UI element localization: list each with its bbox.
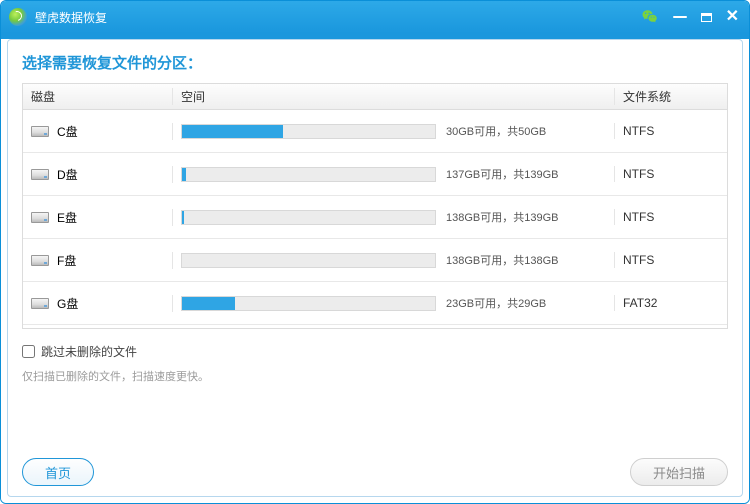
skip-checkbox[interactable] (22, 345, 35, 358)
disk-name: F盘 (57, 252, 76, 269)
usage-bar (181, 124, 436, 139)
skip-option[interactable]: 跳过未删除的文件 (22, 343, 728, 360)
fs-text: NTFS (623, 167, 654, 181)
space-text: 138GB可用，共138GB (446, 252, 559, 268)
window-title: 壁虎数据恢复 (35, 9, 107, 26)
col-space: 空间 (173, 88, 615, 105)
home-button[interactable]: 首页 (22, 458, 94, 486)
window-controls: ✕ (641, 8, 739, 26)
disk-icon (31, 126, 49, 137)
disk-icon (31, 169, 49, 180)
disk-name: E盘 (57, 209, 77, 226)
table-header: 磁盘 空间 文件系统 (23, 84, 727, 110)
usage-bar (181, 296, 436, 311)
usage-bar (181, 167, 436, 182)
usage-bar (181, 253, 436, 268)
fs-text: NTFS (623, 124, 654, 138)
col-fs: 文件系统 (615, 88, 727, 105)
disk-name: G盘 (57, 295, 78, 312)
disk-name: D盘 (57, 166, 78, 183)
col-disk: 磁盘 (23, 88, 173, 105)
wechat-icon[interactable] (641, 8, 659, 26)
footer: 首页 开始扫描 (22, 456, 728, 486)
titlebar[interactable]: 壁虎数据恢复 ✕ (1, 1, 749, 33)
body: 选择需要恢复文件的分区： 磁盘 空间 文件系统 C盘 30GB可用，共50GB NT… (1, 33, 749, 503)
fs-text: NTFS (623, 253, 654, 267)
usage-bar (181, 210, 436, 225)
disk-icon (31, 255, 49, 266)
table-row[interactable]: G盘 23GB可用，共29GB FAT32 (23, 282, 727, 325)
fs-text: NTFS (623, 210, 654, 224)
partition-table: 磁盘 空间 文件系统 C盘 30GB可用，共50GB NTFS D盘 137GB可用，共… (22, 83, 728, 329)
disk-icon (31, 212, 49, 223)
skip-label: 跳过未删除的文件 (41, 343, 137, 360)
app-logo-icon (9, 8, 27, 26)
space-text: 23GB可用，共29GB (446, 295, 546, 311)
disk-name: C盘 (57, 123, 78, 140)
space-text: 138GB可用，共139GB (446, 209, 559, 225)
skip-hint: 仅扫描已删除的文件，扫描速度更快。 (22, 368, 728, 384)
close-icon[interactable]: ✕ (726, 9, 739, 25)
table-body: C盘30GB可用，共50GBNTFSD盘137GB可用，共139GBNTFSE盘… (23, 110, 727, 325)
fs-text: FAT32 (623, 296, 657, 310)
space-text: 137GB可用，共139GB (446, 166, 559, 182)
minimize-icon[interactable] (673, 16, 687, 18)
table-row[interactable]: E盘 138GB可用，共139GB NTFS (23, 196, 727, 239)
main-panel: 选择需要恢复文件的分区： 磁盘 空间 文件系统 C盘 30GB可用，共50GB NT… (7, 39, 743, 497)
page-heading: 选择需要恢复文件的分区： (22, 52, 728, 73)
disk-icon (31, 298, 49, 309)
start-scan-button[interactable]: 开始扫描 (630, 458, 728, 486)
space-text: 30GB可用，共50GB (446, 123, 546, 139)
table-row[interactable]: C盘 30GB可用，共50GB NTFS (23, 110, 727, 153)
app-window: 壁虎数据恢复 ✕ 选择需要恢复文件的分区： 磁盘 空间 文件系统 C盘 30GB可… (0, 0, 750, 504)
table-row[interactable]: D盘 137GB可用，共139GB NTFS (23, 153, 727, 196)
maximize-icon[interactable] (701, 13, 712, 22)
table-row[interactable]: F盘 138GB可用，共138GB NTFS (23, 239, 727, 282)
